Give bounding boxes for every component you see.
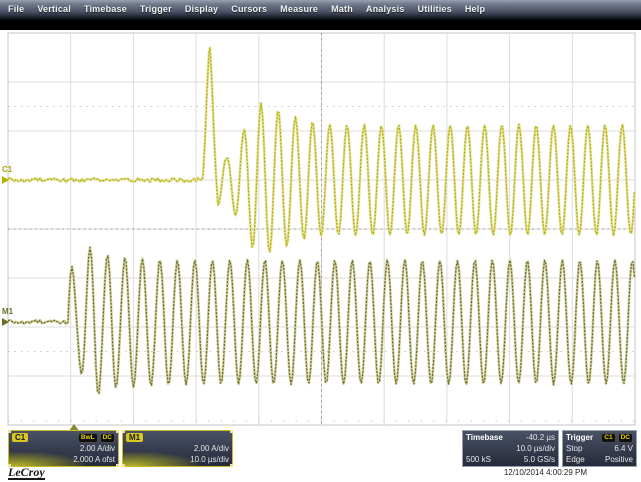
c1-offset: 2.000 A ofst	[73, 454, 115, 465]
menu-item-cursors[interactable]: Cursors	[231, 4, 267, 14]
corner-handle	[116, 464, 119, 467]
trigger-dc-badge: DC	[618, 433, 633, 443]
corner-handle	[8, 430, 11, 433]
timebase-rate: 5.0 GS/s	[524, 454, 555, 465]
scope-canvas[interactable]	[0, 30, 641, 430]
m1-channel-tag: M1	[126, 433, 143, 442]
oscilloscope-screen: File Vertical Timebase Trigger Display Cursor…	[0, 0, 641, 482]
c1-bwl-badge: BwL	[78, 433, 98, 443]
trigger-title: Trigger	[566, 432, 593, 443]
menu-item-analysis[interactable]: Analysis	[366, 4, 405, 14]
timebase-scale: 10.0 µs/div	[516, 443, 555, 454]
trigger-c1-badge: C1	[601, 433, 615, 443]
m1-trace-label[interactable]: M1	[2, 308, 13, 316]
menu-item-utilities[interactable]: Utilities	[418, 4, 452, 14]
m1-vertical-scale: 2.00 A/div	[194, 443, 229, 454]
menu-items: File Vertical Timebase Trigger Display Cursor…	[0, 0, 641, 14]
menu-item-help[interactable]: Help	[465, 4, 485, 14]
timestamp: 12/10/2014 4:00:29 PM	[460, 468, 587, 477]
lecroy-logo: LeCroy	[8, 466, 45, 480]
trigger-box[interactable]: Trigger C1DC Stop 6.4 V Edge Positive	[562, 430, 637, 467]
corner-handle	[122, 464, 125, 467]
menu-item-math[interactable]: Math	[331, 4, 353, 14]
timebase-title: Timebase	[466, 432, 503, 443]
trigger-slope: Positive	[605, 454, 633, 465]
m1-horizontal-scale: 10.0 µs/div	[190, 454, 229, 465]
waveform-display: C1 M1	[0, 30, 641, 430]
trigger-badges: C1DC	[599, 433, 633, 443]
corner-handle	[116, 430, 119, 433]
timebase-box[interactable]: Timebase -40.2 µs 10.0 µs/div 500 kS 5.0…	[462, 430, 559, 467]
c1-vertical-scale: 2.00 A/div	[80, 443, 115, 454]
menu-item-trigger[interactable]: Trigger	[140, 4, 172, 14]
corner-handle	[122, 430, 125, 433]
menu-item-display[interactable]: Display	[185, 4, 218, 14]
menu-item-measure[interactable]: Measure	[280, 4, 318, 14]
c1-dc-badge: DC	[100, 433, 115, 443]
corner-handle	[230, 464, 233, 467]
c1-trace-label[interactable]: C1	[2, 166, 12, 174]
timebase-samples: 500 kS	[466, 454, 491, 465]
menu-item-timebase[interactable]: Timebase	[84, 4, 127, 14]
c1-badges: BwLDC	[76, 433, 115, 443]
trigger-mode: Stop	[566, 443, 582, 454]
m1-descriptor-box[interactable]: M1 2.00 A/div 10.0 µs/div	[122, 430, 233, 467]
menu-item-file[interactable]: File	[8, 4, 24, 14]
menu-item-vertical[interactable]: Vertical	[37, 4, 71, 14]
c1-channel-tag: C1	[12, 433, 28, 442]
c1-descriptor-box[interactable]: C1 BwLDC 2.00 A/div 2.000 A ofst	[8, 430, 119, 467]
trigger-type: Edge	[566, 454, 585, 465]
menu-bar: File Vertical Timebase Trigger Display Cursor…	[0, 0, 641, 30]
corner-handle	[230, 430, 233, 433]
timebase-delay: -40.2 µs	[526, 432, 555, 443]
trigger-level: 6.4 V	[614, 443, 633, 454]
